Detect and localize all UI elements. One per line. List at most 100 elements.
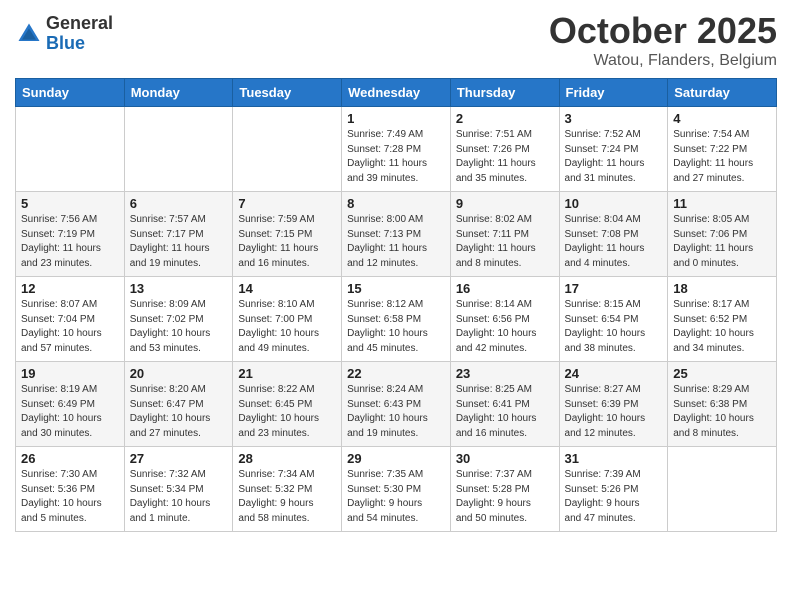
- day-number: 15: [347, 281, 445, 296]
- logo-general: General: [46, 14, 113, 34]
- day-info: Sunrise: 7:49 AM Sunset: 7:28 PM Dayligh…: [347, 128, 445, 186]
- day-info: Sunrise: 8:25 AM Sunset: 6:41 PM Dayligh…: [456, 383, 554, 441]
- col-wednesday: Wednesday: [342, 79, 451, 107]
- day-number: 16: [456, 281, 554, 296]
- calendar-week-row: 1 Sunrise: 7:49 AM Sunset: 7:28 PM Daylig…: [16, 107, 777, 192]
- calendar-week-row: 12 Sunrise: 8:07 AM Sunset: 7:04 PM Dayli…: [16, 277, 777, 362]
- day-number: 3: [565, 111, 663, 126]
- calendar-week-row: 19Sunrise: 8:19 AM Sunset: 6:49 PM Dayli…: [16, 362, 777, 447]
- table-row: 22 Sunrise: 8:24 AM Sunset: 6:43 PM Dayli…: [342, 362, 451, 447]
- page-header: General Blue October 2025 Watou, Flander…: [15, 10, 777, 70]
- table-row: 2Sunrise: 7:51 AM Sunset: 7:26 PM Daylig…: [450, 107, 559, 192]
- day-info: Sunrise: 7:34 AM Sunset: 5:32 PM Dayligh…: [238, 468, 336, 526]
- day-info: Sunrise: 8:20 AM Sunset: 6:47 PM Dayligh…: [130, 383, 228, 441]
- day-number: 31: [565, 451, 663, 466]
- table-row: 26Sunrise: 7:30 AM Sunset: 5:36 PM Dayli…: [16, 447, 125, 532]
- day-number: 28: [238, 451, 336, 466]
- day-number: 14: [238, 281, 336, 296]
- calendar-week-row: 5 Sunrise: 7:56 AM Sunset: 7:19 PM Daylig…: [16, 192, 777, 277]
- day-info: Sunrise: 8:19 AM Sunset: 6:49 PM Dayligh…: [21, 383, 119, 441]
- table-row: 16 Sunrise: 8:14 AM Sunset: 6:56 PM Dayli…: [450, 277, 559, 362]
- day-number: 1: [347, 111, 445, 126]
- table-row: 4Sunrise: 7:54 AM Sunset: 7:22 PM Daylig…: [668, 107, 777, 192]
- table-row: 14Sunrise: 8:10 AM Sunset: 7:00 PM Dayli…: [233, 277, 342, 362]
- logo-text: General Blue: [46, 14, 113, 54]
- day-info: Sunrise: 8:02 AM Sunset: 7:11 PM Dayligh…: [456, 213, 554, 271]
- day-info: Sunrise: 8:24 AM Sunset: 6:43 PM Dayligh…: [347, 383, 445, 441]
- day-number: 12: [21, 281, 119, 296]
- table-row: 27 Sunrise: 7:32 AM Sunset: 5:34 PM Dayli…: [124, 447, 233, 532]
- day-number: 20: [130, 366, 228, 381]
- table-row: 25Sunrise: 8:29 AM Sunset: 6:38 PM Dayli…: [668, 362, 777, 447]
- day-number: 6: [130, 196, 228, 211]
- day-info: Sunrise: 8:00 AM Sunset: 7:13 PM Dayligh…: [347, 213, 445, 271]
- table-row: 13Sunrise: 8:09 AM Sunset: 7:02 PM Dayli…: [124, 277, 233, 362]
- table-row: [668, 447, 777, 532]
- calendar-header-row: Sunday Monday Tuesday Wednesday Thursday…: [16, 79, 777, 107]
- table-row: 12 Sunrise: 8:07 AM Sunset: 7:04 PM Dayli…: [16, 277, 125, 362]
- day-number: 21: [238, 366, 336, 381]
- table-row: 18Sunrise: 8:17 AM Sunset: 6:52 PM Dayli…: [668, 277, 777, 362]
- table-row: 31Sunrise: 7:39 AM Sunset: 5:26 PM Dayli…: [559, 447, 668, 532]
- day-number: 25: [673, 366, 771, 381]
- logo-blue: Blue: [46, 34, 113, 54]
- table-row: 8 Sunrise: 8:00 AM Sunset: 7:13 PM Daylig…: [342, 192, 451, 277]
- day-number: 8: [347, 196, 445, 211]
- table-row: 17 Sunrise: 8:15 AM Sunset: 6:54 PM Dayli…: [559, 277, 668, 362]
- day-info: Sunrise: 8:12 AM Sunset: 6:58 PM Dayligh…: [347, 298, 445, 356]
- day-info: Sunrise: 7:32 AM Sunset: 5:34 PM Dayligh…: [130, 468, 228, 526]
- day-number: 2: [456, 111, 554, 126]
- table-row: 15 Sunrise: 8:12 AM Sunset: 6:58 PM Dayli…: [342, 277, 451, 362]
- col-monday: Monday: [124, 79, 233, 107]
- day-info: Sunrise: 7:56 AM Sunset: 7:19 PM Dayligh…: [21, 213, 119, 271]
- day-info: Sunrise: 7:59 AM Sunset: 7:15 PM Dayligh…: [238, 213, 336, 271]
- table-row: 1 Sunrise: 7:49 AM Sunset: 7:28 PM Daylig…: [342, 107, 451, 192]
- table-row: 5 Sunrise: 7:56 AM Sunset: 7:19 PM Daylig…: [16, 192, 125, 277]
- table-row: 21 Sunrise: 8:22 AM Sunset: 6:45 PM Dayli…: [233, 362, 342, 447]
- table-row: 23 Sunrise: 8:25 AM Sunset: 6:41 PM Dayli…: [450, 362, 559, 447]
- day-number: 27: [130, 451, 228, 466]
- table-row: 19Sunrise: 8:19 AM Sunset: 6:49 PM Dayli…: [16, 362, 125, 447]
- table-row: 10 Sunrise: 8:04 AM Sunset: 7:08 PM Dayli…: [559, 192, 668, 277]
- day-info: Sunrise: 8:07 AM Sunset: 7:04 PM Dayligh…: [21, 298, 119, 356]
- day-info: Sunrise: 8:14 AM Sunset: 6:56 PM Dayligh…: [456, 298, 554, 356]
- day-info: Sunrise: 7:52 AM Sunset: 7:24 PM Dayligh…: [565, 128, 663, 186]
- table-row: [124, 107, 233, 192]
- col-saturday: Saturday: [668, 79, 777, 107]
- calendar-table: Sunday Monday Tuesday Wednesday Thursday…: [15, 78, 777, 532]
- day-info: Sunrise: 8:22 AM Sunset: 6:45 PM Dayligh…: [238, 383, 336, 441]
- day-info: Sunrise: 7:35 AM Sunset: 5:30 PM Dayligh…: [347, 468, 445, 526]
- day-number: 24: [565, 366, 663, 381]
- col-thursday: Thursday: [450, 79, 559, 107]
- day-number: 17: [565, 281, 663, 296]
- day-info: Sunrise: 8:15 AM Sunset: 6:54 PM Dayligh…: [565, 298, 663, 356]
- day-info: Sunrise: 7:37 AM Sunset: 5:28 PM Dayligh…: [456, 468, 554, 526]
- logo: General Blue: [15, 14, 113, 54]
- table-row: 24 Sunrise: 8:27 AM Sunset: 6:39 PM Dayli…: [559, 362, 668, 447]
- day-number: 10: [565, 196, 663, 211]
- table-row: 3 Sunrise: 7:52 AM Sunset: 7:24 PM Daylig…: [559, 107, 668, 192]
- table-row: 30Sunrise: 7:37 AM Sunset: 5:28 PM Dayli…: [450, 447, 559, 532]
- day-number: 22: [347, 366, 445, 381]
- calendar-week-row: 26Sunrise: 7:30 AM Sunset: 5:36 PM Dayli…: [16, 447, 777, 532]
- day-info: Sunrise: 7:57 AM Sunset: 7:17 PM Dayligh…: [130, 213, 228, 271]
- day-info: Sunrise: 7:54 AM Sunset: 7:22 PM Dayligh…: [673, 128, 771, 186]
- table-row: [16, 107, 125, 192]
- day-number: 23: [456, 366, 554, 381]
- day-number: 9: [456, 196, 554, 211]
- day-number: 26: [21, 451, 119, 466]
- table-row: 20 Sunrise: 8:20 AM Sunset: 6:47 PM Dayli…: [124, 362, 233, 447]
- day-info: Sunrise: 8:04 AM Sunset: 7:08 PM Dayligh…: [565, 213, 663, 271]
- table-row: 6 Sunrise: 7:57 AM Sunset: 7:17 PM Daylig…: [124, 192, 233, 277]
- day-number: 29: [347, 451, 445, 466]
- table-row: 11Sunrise: 8:05 AM Sunset: 7:06 PM Dayli…: [668, 192, 777, 277]
- title-area: October 2025 Watou, Flanders, Belgium: [549, 10, 777, 70]
- day-number: 5: [21, 196, 119, 211]
- table-row: 29 Sunrise: 7:35 AM Sunset: 5:30 PM Dayli…: [342, 447, 451, 532]
- day-info: Sunrise: 8:27 AM Sunset: 6:39 PM Dayligh…: [565, 383, 663, 441]
- page-container: General Blue October 2025 Watou, Flander…: [0, 0, 792, 612]
- table-row: 28 Sunrise: 7:34 AM Sunset: 5:32 PM Dayli…: [233, 447, 342, 532]
- col-sunday: Sunday: [16, 79, 125, 107]
- col-friday: Friday: [559, 79, 668, 107]
- day-info: Sunrise: 8:17 AM Sunset: 6:52 PM Dayligh…: [673, 298, 771, 356]
